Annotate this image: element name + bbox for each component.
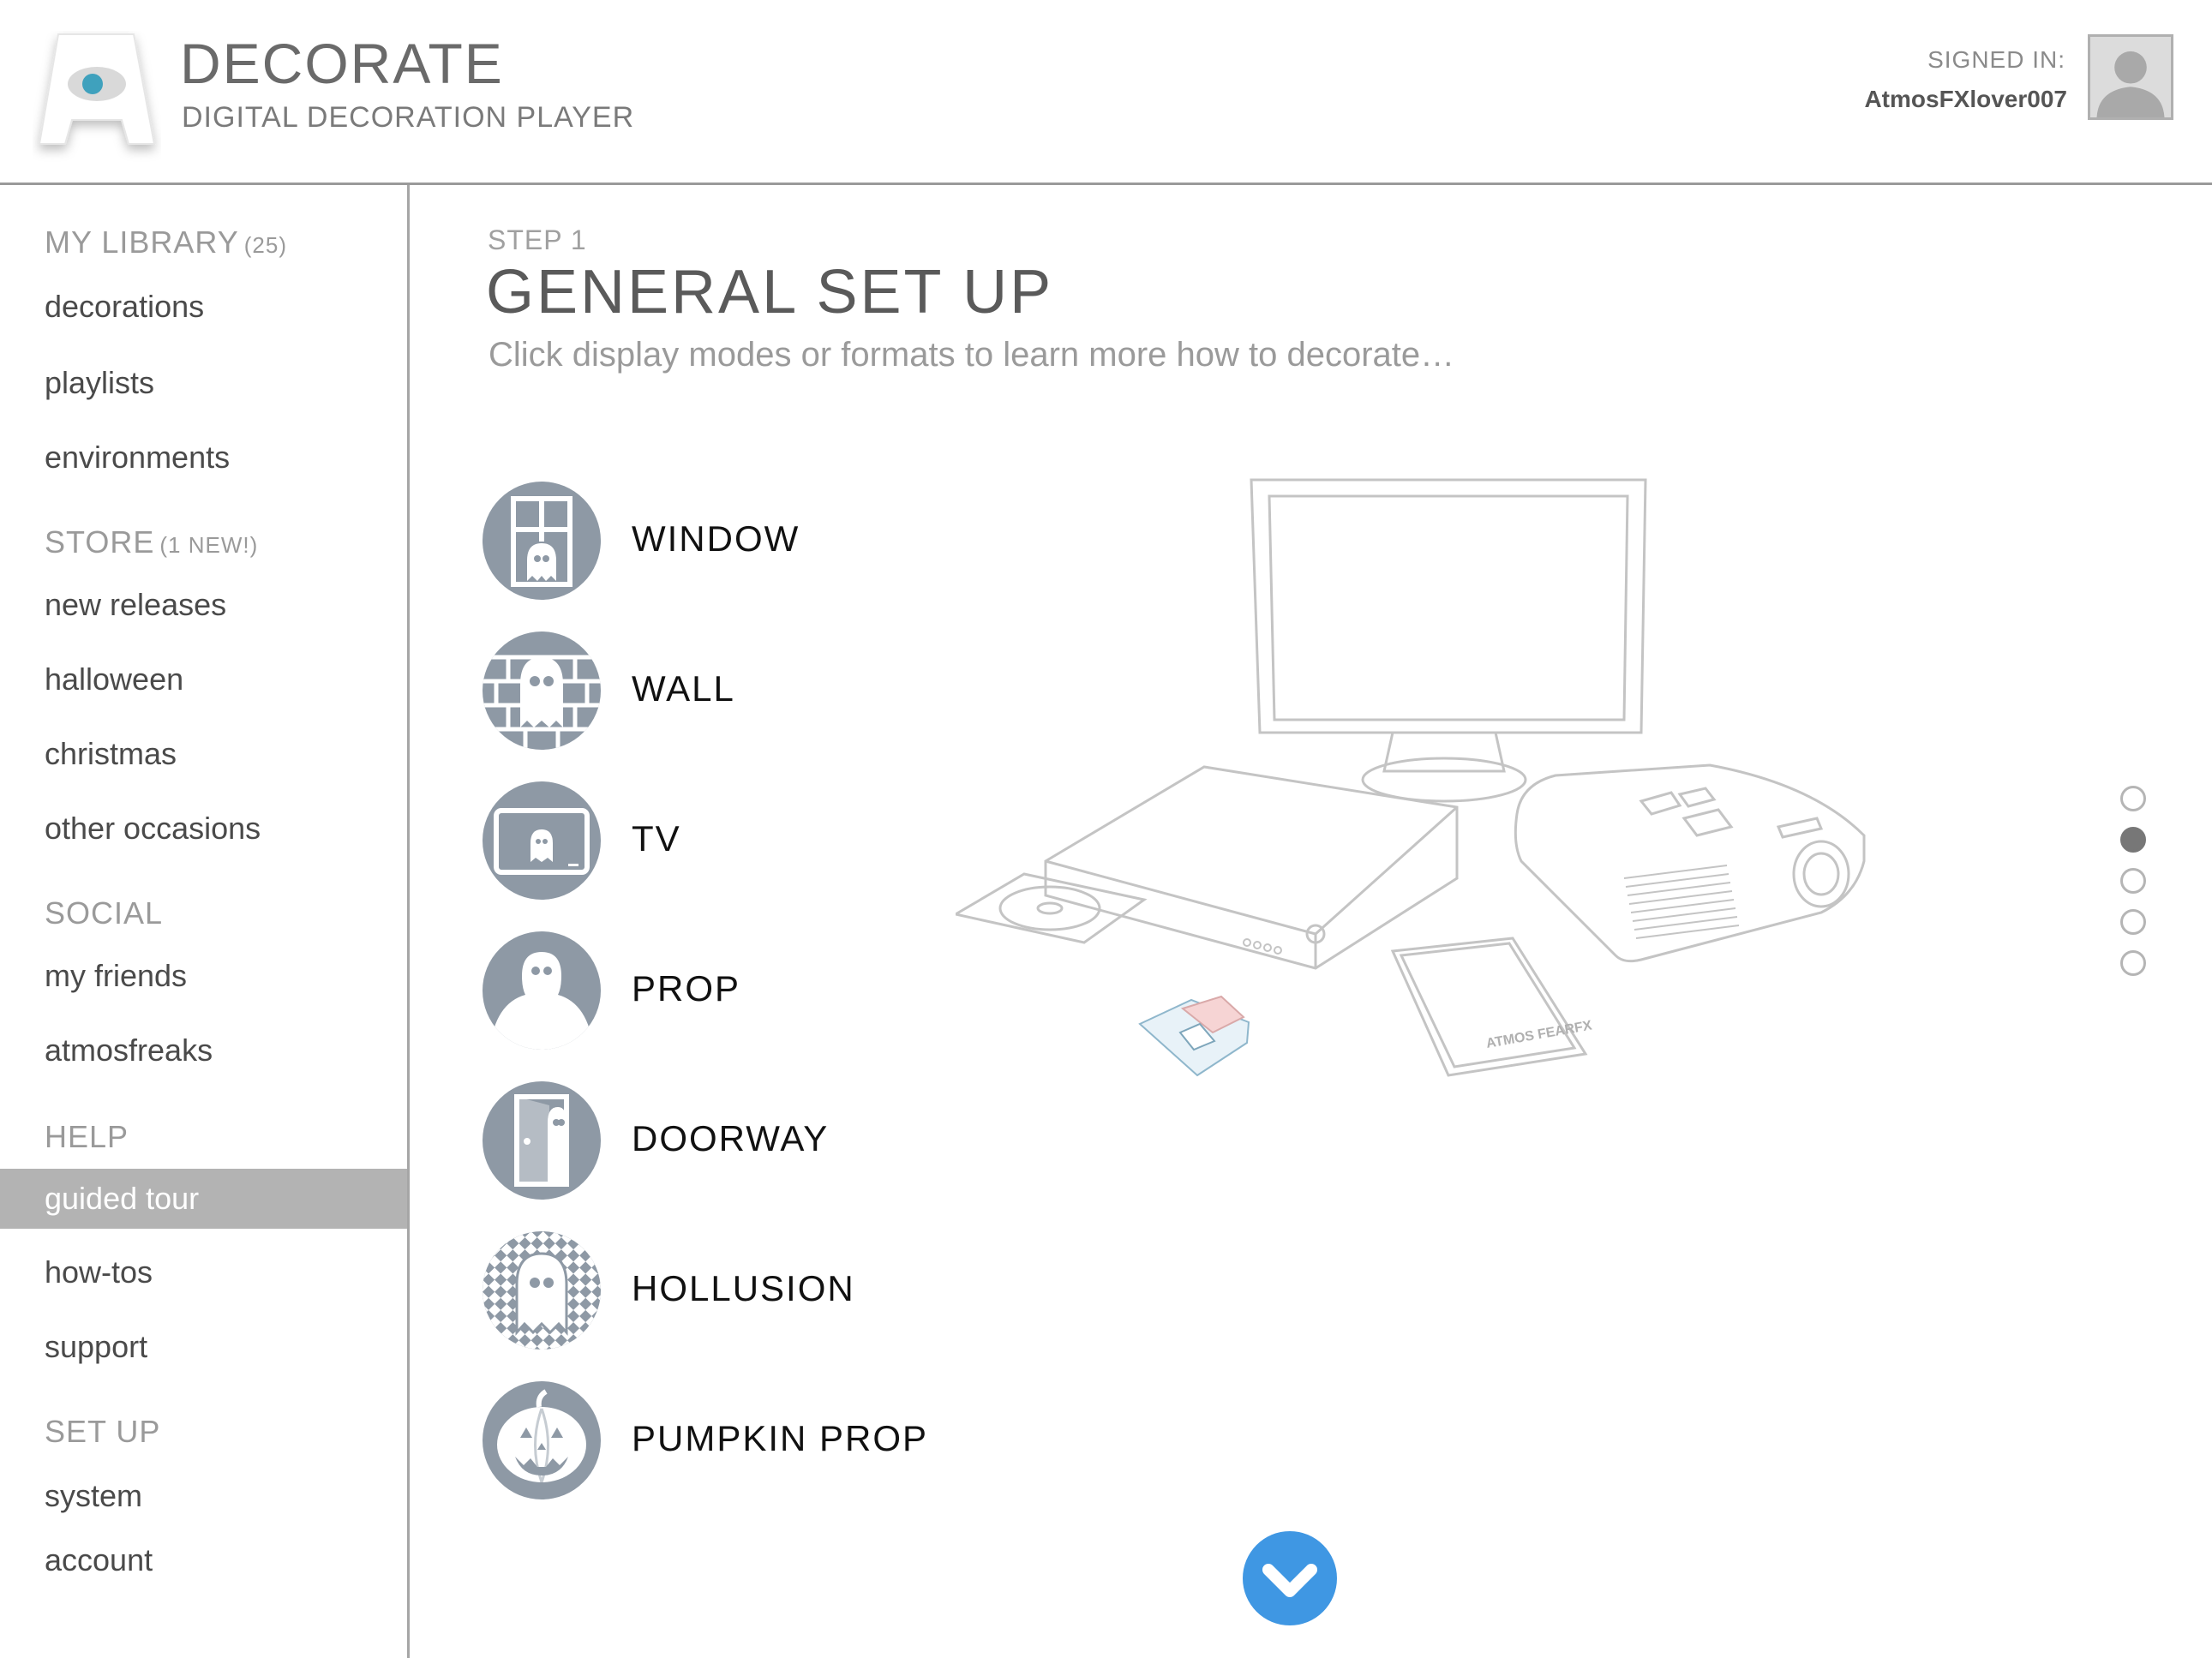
sidebar-item-account[interactable]: account [0,1530,407,1590]
section-heading-text: HELP [45,1119,129,1154]
section-heading-text: STORE [45,524,155,560]
window-ghost-icon [483,482,601,600]
sd-card-illustration [1138,995,1250,1077]
library-count: (25) [243,232,288,258]
section-heading-help: HELP [45,1119,129,1155]
chevron-down-icon [1262,1564,1317,1597]
monitor-illustration [1250,478,1647,803]
dvd-player-illustration [951,765,1459,970]
app-subtitle: DIGITAL DECORATION PLAYER [182,101,635,134]
mode-label: HOLLUSION [632,1268,855,1308]
mode-pumpkin-prop[interactable]: PUMPKIN PROP [483,1381,962,1501]
sidebar-item-my-friends[interactable]: my friends [0,946,407,1006]
store-new-count: (1 NEW!) [159,532,259,558]
step-label: STEP 1 [488,224,587,255]
pumpkin-icon [483,1381,601,1499]
app-header: DECORATE DIGITAL DECORATION PLAYER SIGNE… [0,0,2212,185]
logo-a-icon [38,33,156,145]
doorway-icon [483,1081,601,1200]
mode-prop[interactable]: PROP [483,931,962,1051]
sidebar-item-environments[interactable]: environments [0,428,407,488]
section-heading-library: MY LIBRARY (25) [45,224,287,260]
mode-label: WALL [632,668,735,709]
sidebar-item-playlists[interactable]: playlists [0,353,407,413]
mode-label: DOORWAY [632,1118,830,1158]
sidebar: MY LIBRARY (25) decorations playlists env… [0,185,410,1658]
sidebar-item-decorations[interactable]: decorations [0,277,407,337]
dvd-case-illustration: ATMOS FEARFX [1390,937,1593,1077]
sidebar-item-other-occasions[interactable]: other occasions [0,799,407,859]
page-dot-3[interactable] [2120,868,2146,894]
page-dot-4[interactable] [2120,909,2146,935]
page-dot-5[interactable] [2120,950,2146,976]
mode-doorway[interactable]: DOORWAY [483,1081,962,1201]
sidebar-item-guided-tour[interactable]: guided tour [0,1169,407,1229]
sidebar-item-new-releases[interactable]: new releases [0,575,407,635]
mode-wall[interactable]: WALL [483,631,962,751]
mode-label: PROP [632,968,741,1009]
section-heading-text: SOCIAL [45,895,164,931]
sidebar-item-how-tos[interactable]: how-tos [0,1242,407,1302]
dvd-case-text: ATMOS FEARFX [1485,1018,1593,1051]
sidebar-item-system[interactable]: system [0,1466,407,1526]
page-dot-2[interactable] [2120,827,2146,853]
app-logo[interactable] [33,31,161,185]
wall-ghost-icon [483,631,601,750]
username[interactable]: AtmosFXlover007 [1864,86,2067,113]
mode-label: WINDOW [632,518,800,559]
prop-ghost-icon [483,931,601,1050]
sidebar-item-christmas[interactable]: christmas [0,724,407,784]
page-title: GENERAL SET UP [486,258,1054,326]
projector-illustration [1514,763,1866,963]
mode-hollusion[interactable]: HOLLUSION [483,1231,962,1351]
section-heading-store: STORE (1 NEW!) [45,524,258,560]
sidebar-item-support[interactable]: support [0,1317,407,1377]
tv-ghost-icon [483,781,601,900]
mode-tv[interactable]: TV [483,781,962,901]
next-step-button[interactable] [1243,1531,1337,1625]
avatar[interactable] [2088,34,2173,120]
instructions-text: Click display modes or formats to learn … [489,336,1455,374]
user-silhouette-icon [2090,37,2171,117]
mode-label: PUMPKIN PROP [632,1418,929,1458]
devices-illustration: ATMOS FEARFX [951,476,1873,1092]
sidebar-item-atmosfreaks[interactable]: atmosfreaks [0,1021,407,1080]
section-heading-text: SET UP [45,1414,161,1449]
mode-window[interactable]: WINDOW [483,482,962,602]
mode-label: TV [632,818,681,859]
page-dot-1[interactable] [2120,786,2146,811]
signed-in-label: SIGNED IN: [1927,46,2065,73]
hollusion-ghost-icon [483,1231,601,1350]
section-heading-social: SOCIAL [45,895,163,931]
section-heading-text: MY LIBRARY [45,224,239,260]
section-heading-setup: SET UP [45,1414,160,1450]
app-title: DECORATE [180,32,504,95]
sidebar-item-halloween[interactable]: halloween [0,649,407,709]
